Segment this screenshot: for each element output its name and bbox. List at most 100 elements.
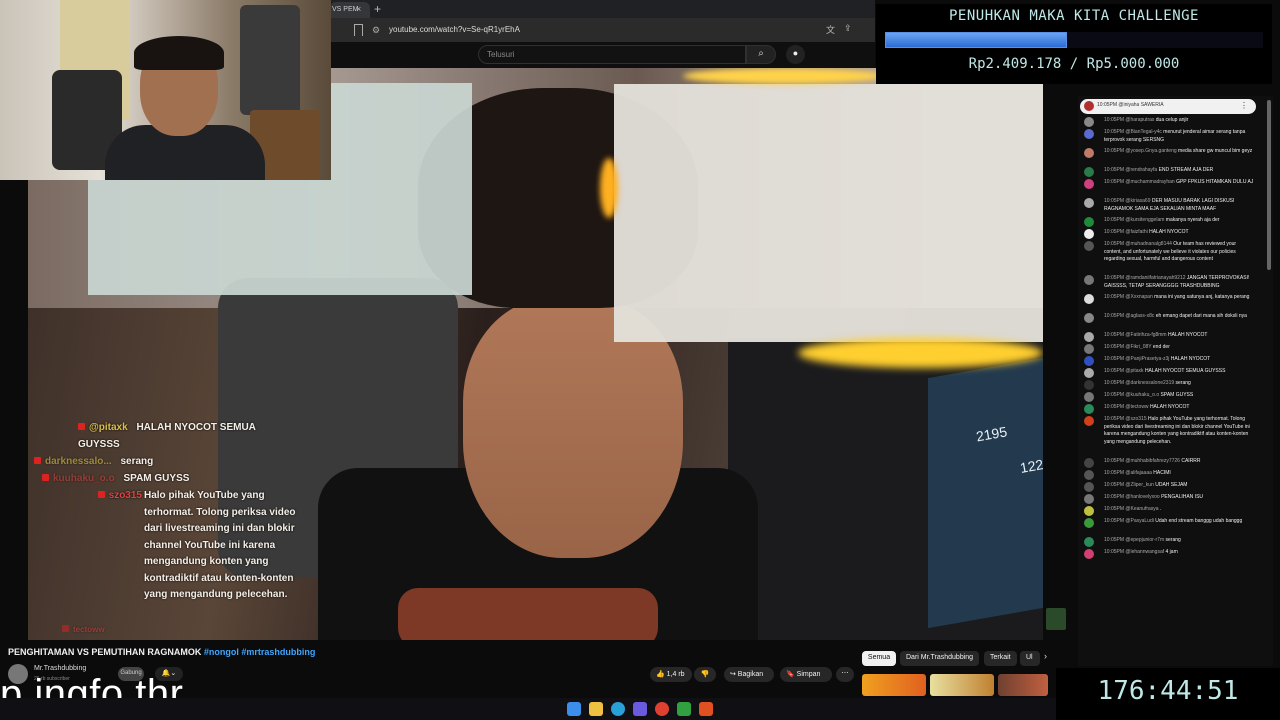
file-explorer-icon[interactable]	[589, 702, 603, 716]
share-icon[interactable]: ⇪	[844, 23, 852, 34]
avatar[interactable]	[1084, 117, 1094, 127]
chat-author[interactable]: @yosep.Gnya.ganteng	[1125, 148, 1178, 154]
chat-message[interactable]: 10:05PM @BianTegal-y4c menurut jenderal …	[1084, 129, 1254, 144]
avatar[interactable]	[1084, 536, 1094, 547]
chat-message[interactable]: 10:05PM @Zliper_kun UDAH SEJAM	[1084, 481, 1254, 492]
chat-message[interactable]: 10:05PM @muhadnanalg8144 Our team has re…	[1084, 241, 1254, 264]
chat-message[interactable]: 10:05PM @kursitenggelam makanya nyerah a…	[1084, 217, 1254, 227]
related-video-thumbnail[interactable]	[930, 674, 994, 696]
new-tab-icon[interactable]: +	[374, 2, 386, 16]
chat-message[interactable]: 10:05PM @Fatirihza-fg8mm HALAH NYOCOT	[1084, 332, 1254, 342]
chat-author[interactable]: @kursitenggelam	[1125, 217, 1165, 223]
chip-all[interactable]: Semua	[862, 651, 896, 666]
chat-message[interactable]: 10:05PM @Fikri_08Y end der	[1084, 344, 1254, 354]
chat-message[interactable]: 10:05PM @rendrahayfa END STREAM AJA DER	[1084, 167, 1254, 177]
chat-author[interactable]: @lehannwangsaf	[1125, 549, 1165, 555]
chat-message[interactable]: 10:05PM @yosep.Gnya.ganteng media share …	[1084, 148, 1254, 158]
chat-author[interactable]: @ramdaniifatrianayah9212	[1125, 275, 1187, 281]
avatar[interactable]	[1084, 241, 1094, 251]
chat-author[interactable]: @muhhabibfahrezy7726	[1125, 458, 1181, 464]
edge-icon[interactable]	[611, 702, 625, 716]
hashtag-link[interactable]: #mrtrashdubbing	[241, 647, 315, 657]
chat-message[interactable]: 10:05PM @lehannwangsaf 4 jam	[1084, 548, 1254, 559]
chat-author[interactable]: @szo315	[1125, 416, 1148, 422]
tune-icon[interactable]: ⚙	[372, 25, 380, 36]
avatar[interactable]	[1084, 229, 1094, 239]
chat-author[interactable]: @Zliper_kun	[1125, 482, 1155, 488]
chat-message[interactable]: 10:05PM @Xxxnapan mana ini yang satunya …	[1084, 294, 1254, 304]
chat-message[interactable]: 10:05PM @faizfathi HALAH NYOCOT	[1084, 229, 1254, 239]
chat-author[interactable]: @tectoww	[1125, 404, 1150, 410]
avatar[interactable]	[1084, 148, 1094, 158]
chat-message[interactable]: 10:05PM @alifajaaaa HACIMI	[1084, 469, 1254, 480]
avatar[interactable]	[1084, 217, 1094, 227]
chat-author[interactable]: @hanlovelyxoo	[1125, 494, 1161, 500]
chat-message[interactable]: 10:05PM @kiriasa69 DER MASUU BARAK LAGI …	[1084, 198, 1254, 213]
chat-message[interactable]: 10:05PM @epepjunior-r7m serang	[1084, 536, 1254, 547]
chat-author[interactable]: @muchammadrayhan	[1125, 179, 1176, 185]
chat-message[interactable]: 10:05PM @haraputras dua celup anjir	[1084, 117, 1254, 127]
hashtag-link[interactable]: #nongol	[204, 647, 239, 657]
chip-from-channel[interactable]: Dari Mr.Trashdubbing	[900, 651, 980, 666]
discord-icon[interactable]	[633, 702, 647, 716]
chat-author[interactable]: @Fikri_08Y	[1125, 344, 1153, 350]
chat-author[interactable]: @Keanufrasya	[1125, 506, 1160, 512]
app-icon[interactable]	[677, 702, 691, 716]
brave-icon[interactable]	[699, 702, 713, 716]
chat-author[interactable]: @Fatirihza-fg8mm	[1125, 332, 1168, 338]
url-field[interactable]: youtube.com/watch?v=Se-qR1yrEhA	[389, 25, 520, 34]
avatar[interactable]	[1084, 313, 1094, 323]
chat-message[interactable]: 10:05PM @aglass-x8c eh emang dapet dari …	[1084, 313, 1254, 323]
mic-icon[interactable]: ●	[786, 45, 805, 64]
avatar[interactable]	[1084, 368, 1094, 378]
like-button[interactable]: 👍 1,4 rb	[650, 667, 692, 682]
chat-message[interactable]: 10:05PM @tectoww HALAH NYOCOT	[1084, 404, 1254, 414]
search-icon[interactable]: ⌕	[746, 45, 776, 64]
related-video-thumbnail[interactable]	[862, 674, 926, 696]
dislike-button[interactable]: 👎	[694, 667, 716, 682]
chip-related[interactable]: Terkait	[984, 651, 1017, 666]
avatar[interactable]	[1084, 493, 1094, 504]
avatar[interactable]	[1084, 167, 1094, 177]
chat-author[interactable]: @alifajaaaa	[1125, 470, 1153, 476]
avatar[interactable]	[1084, 548, 1094, 559]
chat-message[interactable]: 10:05PM @kuuhaku_o.o SPAM GUYSS	[1084, 392, 1254, 402]
chat-author[interactable]: @pitaxk	[1125, 368, 1145, 374]
chat-author[interactable]: @Xxxnapan	[1125, 294, 1154, 300]
chat-author[interactable]: @BianTegal-y4c	[1125, 129, 1163, 135]
save-button[interactable]: 🔖 Simpan	[780, 667, 832, 682]
chat-author[interactable]: @kuuhaku_o.o	[1125, 392, 1160, 398]
chat-author[interactable]: @rendrahayfa	[1125, 167, 1158, 173]
avatar[interactable]	[1084, 392, 1094, 402]
chat-message[interactable]: 10:05PM @pitaxk HALAH NYOCOT SEMUA GUYSS…	[1084, 368, 1254, 378]
avatar[interactable]	[1084, 469, 1094, 480]
tab-close-icon[interactable]: ×	[356, 4, 366, 14]
chat-author[interactable]: @faizfathi	[1125, 229, 1149, 235]
avatar[interactable]	[1084, 275, 1094, 285]
chat-message[interactable]: 10:05PM @PanjiPrasetya-z3j HALAH NYOCOT	[1084, 356, 1254, 366]
chat-message[interactable]: 10:05PM @muhhabibfahrezy7726 CAIRRR	[1084, 457, 1254, 468]
chat-message[interactable]: 10:05PM @PasyaLudi Udah end stream bangg…	[1084, 517, 1254, 528]
chat-message[interactable]: 10:05PM @ramdaniifatrianayah9212 JANGAN …	[1084, 275, 1254, 290]
avatar[interactable]	[1084, 179, 1094, 189]
avatar[interactable]	[1084, 416, 1094, 426]
chat-message[interactable]: 10:05PM @hanlovelyxoo PENGALIHAN ISU	[1084, 493, 1254, 504]
chip-more[interactable]: Ul	[1020, 651, 1040, 666]
chat-author[interactable]: @haraputras	[1125, 117, 1155, 123]
chat-author[interactable]: @muhadnanalg8144	[1125, 241, 1173, 247]
start-icon[interactable]	[567, 702, 581, 716]
chat-message[interactable]: 10:05PM @muchammadrayhan GPP FPKUS HITAM…	[1084, 179, 1254, 189]
avatar[interactable]	[1084, 129, 1094, 139]
chat-scrollbar[interactable]	[1267, 100, 1271, 270]
avatar[interactable]	[1084, 294, 1094, 304]
avatar[interactable]	[1084, 332, 1094, 342]
bookmark-icon[interactable]	[354, 24, 363, 36]
chat-author[interactable]: @aglass-x8c	[1125, 313, 1155, 319]
avatar[interactable]	[1084, 380, 1094, 390]
chat-message[interactable]: 10:05PM @darknessalone2319 serang	[1084, 380, 1254, 390]
chat-author[interactable]: @PanjiPrasetya-z3j	[1125, 356, 1170, 362]
more-actions-button[interactable]: ⋯	[836, 667, 854, 682]
more-vert-icon[interactable]: ⋮	[1240, 101, 1248, 110]
chat-author[interactable]: @darknessalone2319	[1125, 380, 1175, 386]
avatar[interactable]	[1084, 457, 1094, 468]
